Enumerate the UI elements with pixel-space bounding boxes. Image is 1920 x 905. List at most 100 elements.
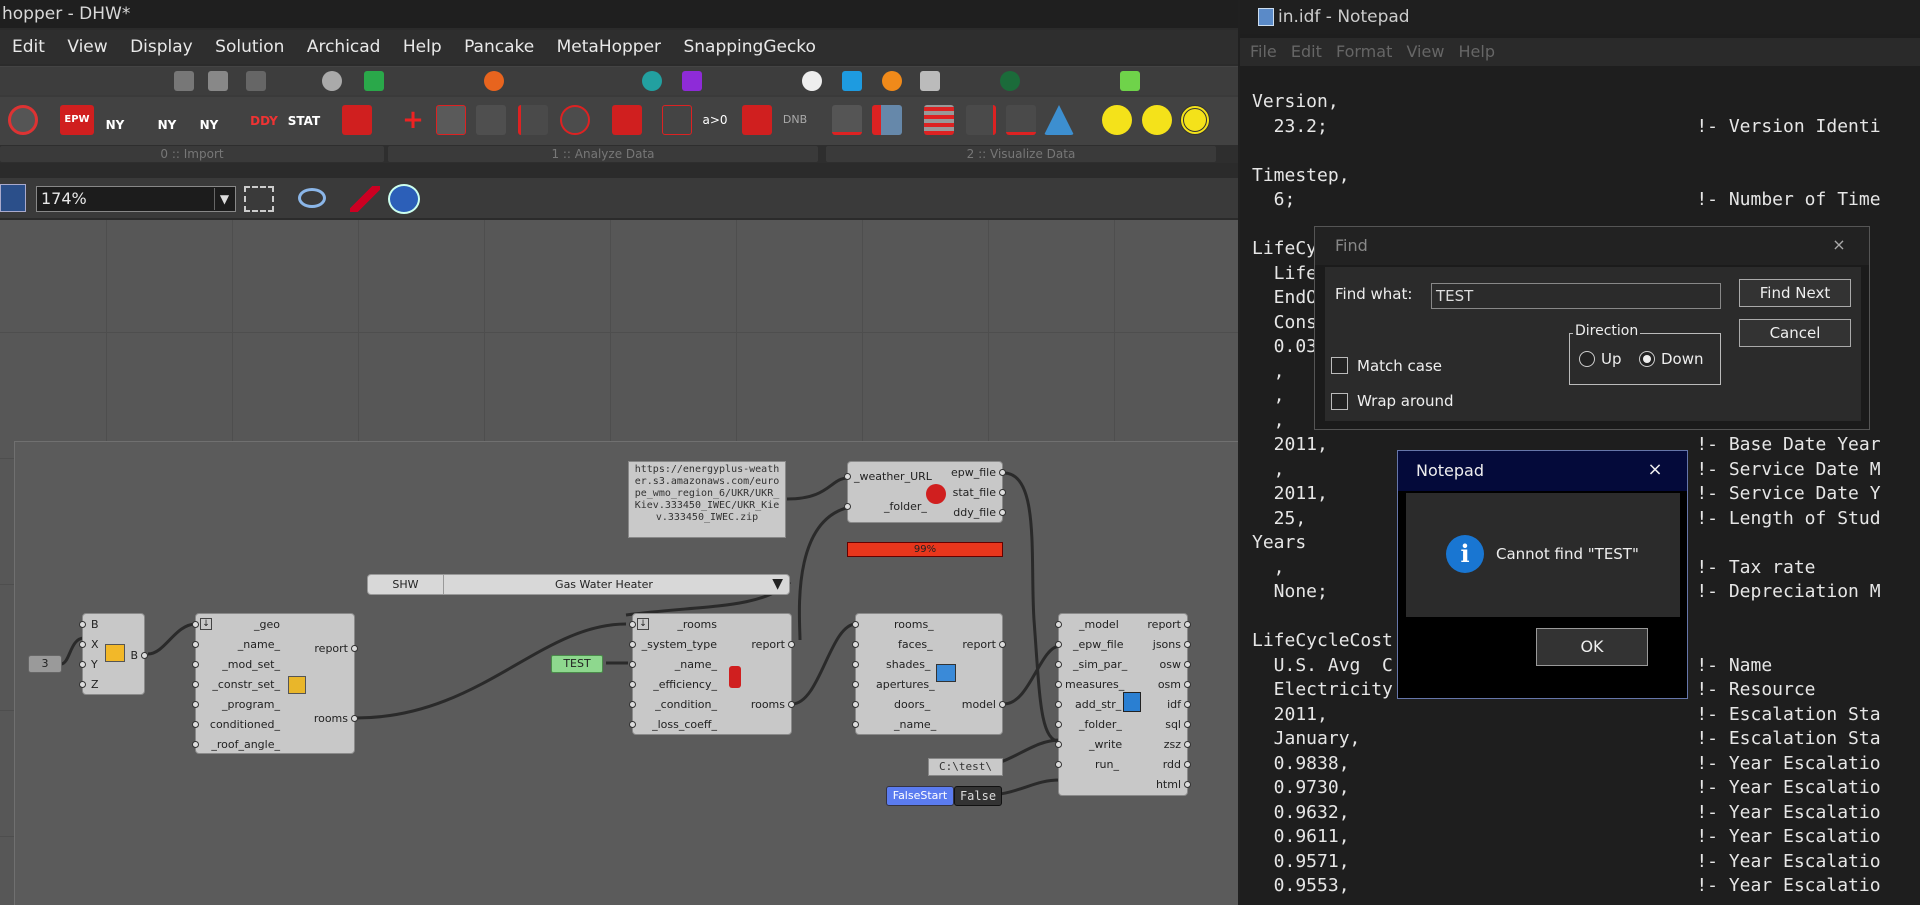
- water-heater-icon: [729, 666, 741, 688]
- output-grip[interactable]: [1184, 641, 1191, 648]
- test-panel[interactable]: TEST: [551, 655, 603, 673]
- find-next-button[interactable]: Find Next: [1739, 279, 1851, 307]
- run-simulation-component[interactable]: _model _epw_file _sim_par_ measures_ add…: [1055, 613, 1191, 796]
- shw-value-list[interactable]: SHW Gas Water Heater ▼: [367, 574, 790, 595]
- notepad-icon: [1258, 8, 1274, 26]
- input-grip[interactable]: [629, 641, 636, 648]
- output-grip[interactable]: [788, 641, 795, 648]
- input-grip[interactable]: [79, 661, 86, 668]
- point-component[interactable]: B X Y Z B: [79, 613, 148, 695]
- input-constr-set: _constr_set_: [212, 678, 280, 691]
- input-grip[interactable]: [629, 681, 636, 688]
- wrap-around-checkbox[interactable]: [1331, 393, 1348, 410]
- notepad-menubar: File Edit Format View Help: [1240, 38, 1920, 66]
- notepad-line: 0.9838, !- Year Escalatio: [1252, 752, 1881, 774]
- dropdown-arrow-icon[interactable]: ▼: [772, 576, 783, 593]
- shw-system-component[interactable]: ↓ _rooms _system_type _name_ _efficiency…: [629, 613, 795, 735]
- output-grip[interactable]: [141, 652, 148, 659]
- input-grip[interactable]: [852, 621, 859, 628]
- up-radio[interactable]: [1579, 351, 1595, 367]
- menu-file[interactable]: File: [1250, 42, 1277, 61]
- output-grip[interactable]: [788, 701, 795, 708]
- input-grip[interactable]: [79, 681, 86, 688]
- input-grip[interactable]: [1055, 741, 1062, 748]
- input-grip[interactable]: [1055, 681, 1062, 688]
- input-grip[interactable]: [192, 641, 199, 648]
- input-grip[interactable]: [1055, 761, 1062, 768]
- find-what-input[interactable]: TEST: [1431, 283, 1721, 309]
- menu-help[interactable]: Help: [1459, 42, 1495, 61]
- input-name: _name_: [237, 638, 280, 651]
- input-grip[interactable]: [1055, 621, 1062, 628]
- input-efficiency: _efficiency_: [653, 678, 717, 691]
- input-grip[interactable]: [629, 721, 636, 728]
- input-grip[interactable]: [79, 621, 86, 628]
- output-grip[interactable]: [999, 469, 1006, 476]
- input-grip[interactable]: [629, 701, 636, 708]
- output-epw-file: epw_file: [951, 466, 996, 479]
- cancel-button[interactable]: Cancel: [1739, 319, 1851, 347]
- menu-format[interactable]: Format: [1336, 42, 1392, 61]
- output-report: report: [962, 638, 996, 651]
- input-grip[interactable]: [192, 721, 199, 728]
- weather-url-panel[interactable]: https://energyplus-weather.s3.amazonaws.…: [628, 461, 786, 538]
- direction-label: Direction: [1573, 323, 1641, 339]
- input-grip[interactable]: [1055, 661, 1062, 668]
- input-grip[interactable]: [192, 661, 199, 668]
- message-box-body: i Cannot find "TEST": [1406, 493, 1680, 617]
- close-icon[interactable]: ×: [1829, 235, 1849, 255]
- menu-edit[interactable]: Edit: [1291, 42, 1322, 61]
- notepad-line: 2011, !- Escalation Sta: [1252, 703, 1881, 725]
- output-grip[interactable]: [1184, 701, 1191, 708]
- input-grip[interactable]: [192, 681, 199, 688]
- output-grip[interactable]: [999, 509, 1006, 516]
- output-report: report: [751, 638, 785, 651]
- value-list-label: SHW: [368, 575, 444, 594]
- match-case-checkbox[interactable]: [1331, 357, 1348, 374]
- input-grip[interactable]: [852, 661, 859, 668]
- ok-button[interactable]: OK: [1536, 628, 1648, 666]
- input-grip[interactable]: [852, 681, 859, 688]
- value-list-selected: Gas Water Heater: [555, 578, 653, 591]
- download-weather-component[interactable]: _weather_URL _folder_ epw_file stat_file…: [844, 461, 1006, 523]
- output-grip[interactable]: [1184, 721, 1191, 728]
- input-grip[interactable]: [1055, 721, 1062, 728]
- output-grip[interactable]: [1184, 621, 1191, 628]
- output-osm: osm: [1157, 678, 1181, 691]
- input-grip[interactable]: [192, 621, 199, 628]
- input-grip[interactable]: [79, 641, 86, 648]
- input-grip[interactable]: [1055, 701, 1062, 708]
- menu-view[interactable]: View: [1406, 42, 1444, 61]
- input-grip[interactable]: [844, 473, 851, 480]
- input-grip[interactable]: [192, 701, 199, 708]
- room-from-solid-component[interactable]: ↓ _geo _name_ _mod_set_ _constr_set_ _pr…: [192, 613, 358, 754]
- output-grip[interactable]: [351, 715, 358, 722]
- input-grip[interactable]: [1055, 641, 1062, 648]
- down-radio[interactable]: [1639, 351, 1655, 367]
- output-grip[interactable]: [1184, 781, 1191, 788]
- notepad-line: Timestep,: [1252, 164, 1350, 186]
- model-component[interactable]: rooms_ faces_ shades_ apertures_ doors_ …: [852, 613, 1006, 735]
- number-slider[interactable]: 3: [28, 655, 62, 673]
- output-grip[interactable]: [999, 641, 1006, 648]
- input-grip[interactable]: [629, 621, 636, 628]
- input-grip[interactable]: [629, 661, 636, 668]
- output-grip[interactable]: [1184, 741, 1191, 748]
- notepad-line: 0.9730, !- Year Escalatio: [1252, 777, 1881, 798]
- folder-panel[interactable]: C:\test\: [928, 758, 1003, 776]
- input-grip[interactable]: [192, 741, 199, 748]
- notepad-line: 6; !- Number of Time: [1252, 189, 1881, 210]
- output-grip[interactable]: [1184, 761, 1191, 768]
- input-grip[interactable]: [844, 503, 851, 510]
- close-icon[interactable]: ×: [1645, 459, 1665, 481]
- output-grip[interactable]: [999, 489, 1006, 496]
- boolean-toggle-value[interactable]: False: [954, 786, 1002, 806]
- output-grip[interactable]: [999, 701, 1006, 708]
- output-grip[interactable]: [1184, 681, 1191, 688]
- boolean-toggle-label[interactable]: FalseStart: [886, 786, 954, 806]
- input-grip[interactable]: [852, 701, 859, 708]
- output-grip[interactable]: [1184, 661, 1191, 668]
- input-grip[interactable]: [852, 721, 859, 728]
- output-grip[interactable]: [351, 645, 358, 652]
- input-grip[interactable]: [852, 641, 859, 648]
